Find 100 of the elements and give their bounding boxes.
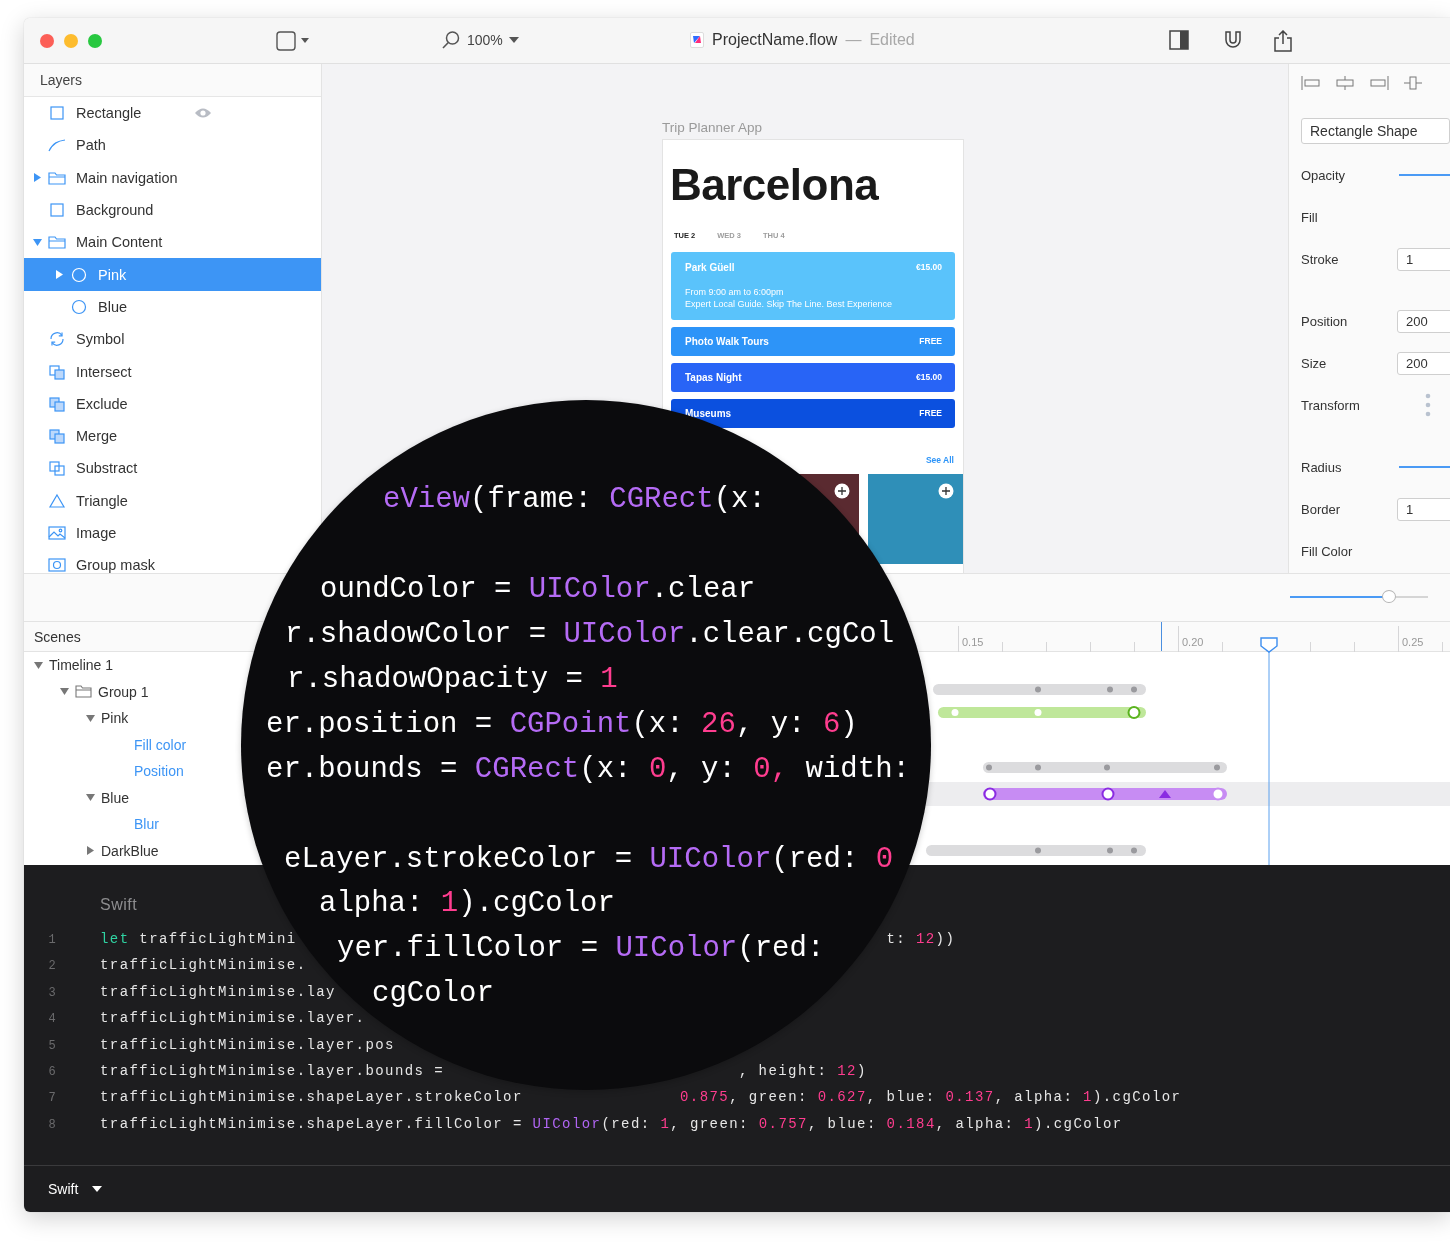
code-line: er.position = CGPoint(x: 26, y: 6) xyxy=(266,707,858,743)
disclosure-triangle-icon[interactable] xyxy=(86,713,95,723)
property-label: Border xyxy=(1301,501,1342,517)
code-line: trafficLightMinimise.layer.bounds = xyxy=(100,1062,445,1079)
property-label: Fill xyxy=(1301,209,1319,225)
activity-card[interactable]: Tapas Night €15.00 xyxy=(671,363,955,392)
activity-title: Tapas Night xyxy=(685,372,742,383)
shape-dropdown[interactable] xyxy=(276,31,310,51)
activity-title: Park Güell xyxy=(685,262,735,273)
screen-title: Barcelona xyxy=(670,160,880,210)
shape-name-field[interactable]: Rectangle Shape xyxy=(1301,118,1450,144)
square-icon xyxy=(48,105,66,122)
disclosure-triangle-icon[interactable] xyxy=(86,846,95,856)
activity-price: €15.00 xyxy=(916,372,942,383)
circular-arrows-icon xyxy=(48,331,66,348)
activity-card[interactable]: Museums FREE xyxy=(671,399,955,428)
code-line: trafficLightMinimise.layer. xyxy=(100,1010,366,1027)
code-line: r.shadowColor = UIColor.clear.cgCol xyxy=(285,617,895,653)
align-right-icon[interactable] xyxy=(1369,75,1389,91)
code-line: trafficLightMinimise.layer.pos xyxy=(100,1036,395,1053)
layer-item[interactable]: Rectangle xyxy=(24,97,224,130)
property-label: Opacity xyxy=(1301,167,1347,183)
layer-item[interactable]: Image xyxy=(24,516,224,550)
line-number: 6 xyxy=(47,1064,57,1079)
folder-icon xyxy=(75,685,92,699)
align-left-icon[interactable] xyxy=(1301,75,1321,91)
search-icon xyxy=(441,30,461,50)
disclosure-triangle-icon[interactable] xyxy=(86,793,95,803)
align-middle-icon[interactable] xyxy=(1403,75,1423,91)
line-number: 3 xyxy=(47,985,57,1000)
activity-price: €15.00 xyxy=(916,262,942,273)
folder-icon xyxy=(48,169,66,186)
layer-item[interactable]: Intersect xyxy=(24,355,224,388)
eye-icon[interactable] xyxy=(194,107,212,120)
activity-price: FREE xyxy=(919,408,942,419)
layer-item[interactable]: Path xyxy=(24,129,224,162)
layer-item[interactable]: Main Content xyxy=(24,226,224,259)
language-dropdown[interactable]: Swift xyxy=(48,1181,103,1197)
line-number: 2 xyxy=(47,959,57,974)
layer-item[interactable]: Background xyxy=(24,193,224,227)
line-number: 5 xyxy=(47,1038,57,1053)
caret-icon xyxy=(508,36,519,44)
title-separator: — xyxy=(845,31,862,49)
disclosure-triangle-icon[interactable] xyxy=(34,660,43,670)
timeline-item[interactable]: Pink xyxy=(101,710,129,727)
layer-item[interactable]: Symbol xyxy=(24,323,224,356)
layer-item[interactable]: Substract xyxy=(24,452,224,485)
property-label: Radius xyxy=(1301,459,1343,475)
layer-item[interactable]: Exclude xyxy=(24,387,224,420)
more-icon[interactable] xyxy=(1425,393,1431,417)
value-field[interactable]: 1 xyxy=(1397,247,1450,271)
line-number: 4 xyxy=(47,1012,57,1027)
layer-item[interactable]: Main navigation xyxy=(24,161,224,194)
value-field[interactable]: 1 xyxy=(1397,497,1450,521)
sidebar-toggle-icon[interactable] xyxy=(1169,30,1189,53)
property-label: Transform xyxy=(1301,397,1361,413)
overlapping-squares-icon xyxy=(48,363,66,380)
code-line: trafficLightMinimise.shapeLayer.strokeColor xyxy=(100,1089,523,1106)
keyframe-bar[interactable] xyxy=(983,787,1227,801)
activity-price: FREE xyxy=(919,336,942,347)
layer-item[interactable]: Group mask xyxy=(24,549,224,573)
code-line: eView(frame: CGRect(x: xyxy=(383,482,766,518)
align-center-icon[interactable] xyxy=(1335,75,1355,91)
image-icon xyxy=(48,525,66,541)
slider-thumb[interactable] xyxy=(1382,590,1397,603)
language-label: Swift xyxy=(100,896,138,914)
value-field[interactable]: 200 xyxy=(1397,351,1450,375)
add-icon[interactable] xyxy=(938,483,954,499)
share-icon[interactable] xyxy=(1273,30,1293,55)
code-line: trafficLightMinimise. xyxy=(100,957,307,974)
activity-detail: From 9:00 am to 6:00pm xyxy=(685,286,785,298)
layer-item[interactable]: Merge xyxy=(24,419,224,453)
playhead[interactable] xyxy=(1259,637,1279,865)
timeline-item[interactable]: DarkBlue xyxy=(101,842,159,859)
value-field[interactable]: 200 xyxy=(1397,309,1450,333)
close-button[interactable] xyxy=(40,34,54,48)
code-line: eLayer.strokeColor = UIColor(red: 0 xyxy=(284,842,894,878)
disclosure-triangle-icon[interactable] xyxy=(60,687,69,697)
layer-item[interactable]: Blue xyxy=(24,290,224,324)
disclosure-triangle-icon[interactable] xyxy=(54,270,64,280)
add-icon[interactable] xyxy=(834,483,850,499)
timeline-item[interactable]: Blue xyxy=(101,789,130,806)
timeline-item[interactable]: Group 1 xyxy=(98,683,149,700)
curve-icon xyxy=(48,137,66,154)
disclosure-triangle-icon[interactable] xyxy=(32,237,42,247)
disclosure-triangle-icon[interactable] xyxy=(32,173,42,183)
activity-title: Museums xyxy=(685,408,732,419)
overlapping-squares-icon xyxy=(48,428,66,445)
minimize-button[interactable] xyxy=(64,34,78,48)
code-fragment: t: 12)) xyxy=(886,931,956,947)
line-number: 1 xyxy=(47,933,57,947)
code-line: er.bounds = CGRect(x: 0, y: 0, width: xyxy=(266,752,910,788)
code-fragment: 0.875, green: 0.627, blue: 0.137, alpha: 1).cgColor xyxy=(679,1089,1182,1106)
activity-title: Photo Walk Tours xyxy=(685,336,769,347)
timeline-item[interactable]: Timeline 1 xyxy=(49,657,114,674)
line-number: 8 xyxy=(47,1117,57,1132)
layer-item[interactable]: Triangle xyxy=(24,484,224,517)
zoom-button[interactable] xyxy=(88,34,102,48)
time-label: 0.15 xyxy=(962,636,984,648)
zoom-dropdown[interactable]: 100% xyxy=(441,30,519,50)
